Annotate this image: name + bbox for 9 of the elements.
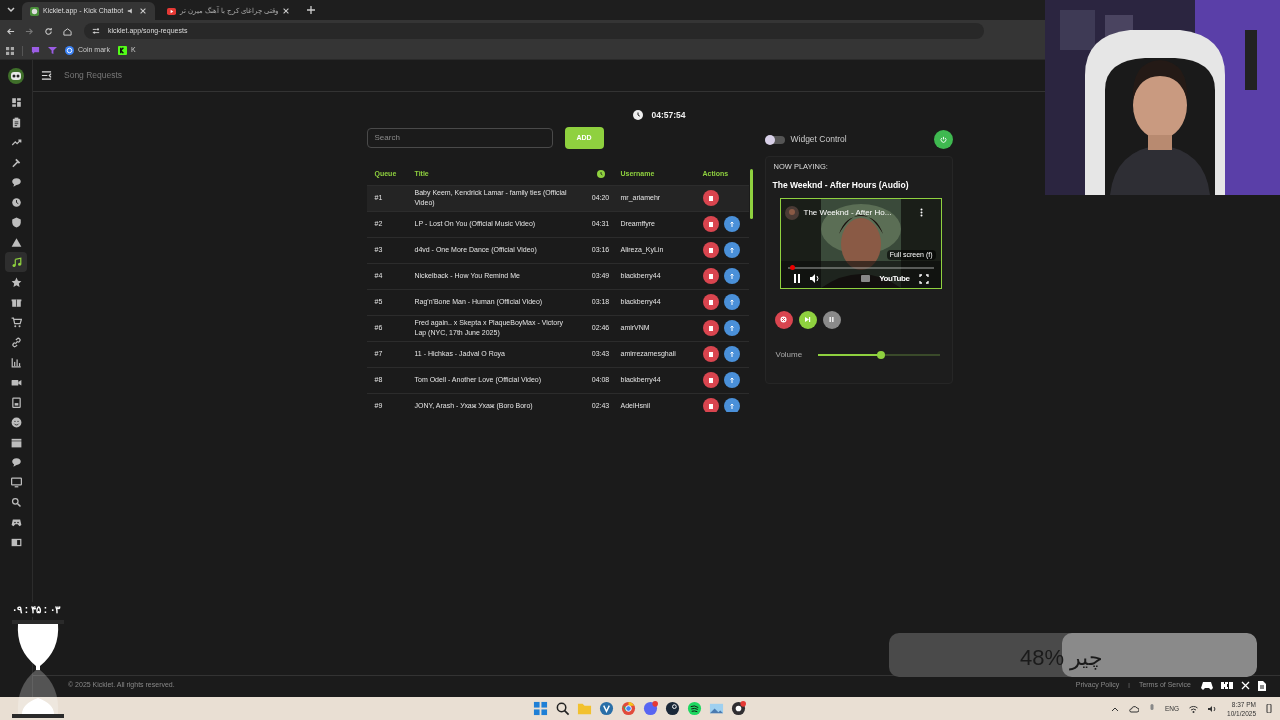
timer-text: ۰۹ : ۴۵ : ۰۳	[10, 602, 62, 617]
video-title: The Weeknd - After Ho...	[803, 206, 892, 219]
page-title: Song Requests	[64, 69, 123, 82]
search-field[interactable]: Search	[366, 127, 553, 148]
toggle-label: Widget Control	[790, 133, 847, 147]
video-logo[interactable]: YouTube	[879, 272, 910, 285]
countdown-timer: 04:57:54	[651, 109, 686, 122]
volume-label: Volume	[775, 348, 804, 361]
now-playing-title: The Weeknd - After Hours (Audio)	[772, 179, 910, 192]
